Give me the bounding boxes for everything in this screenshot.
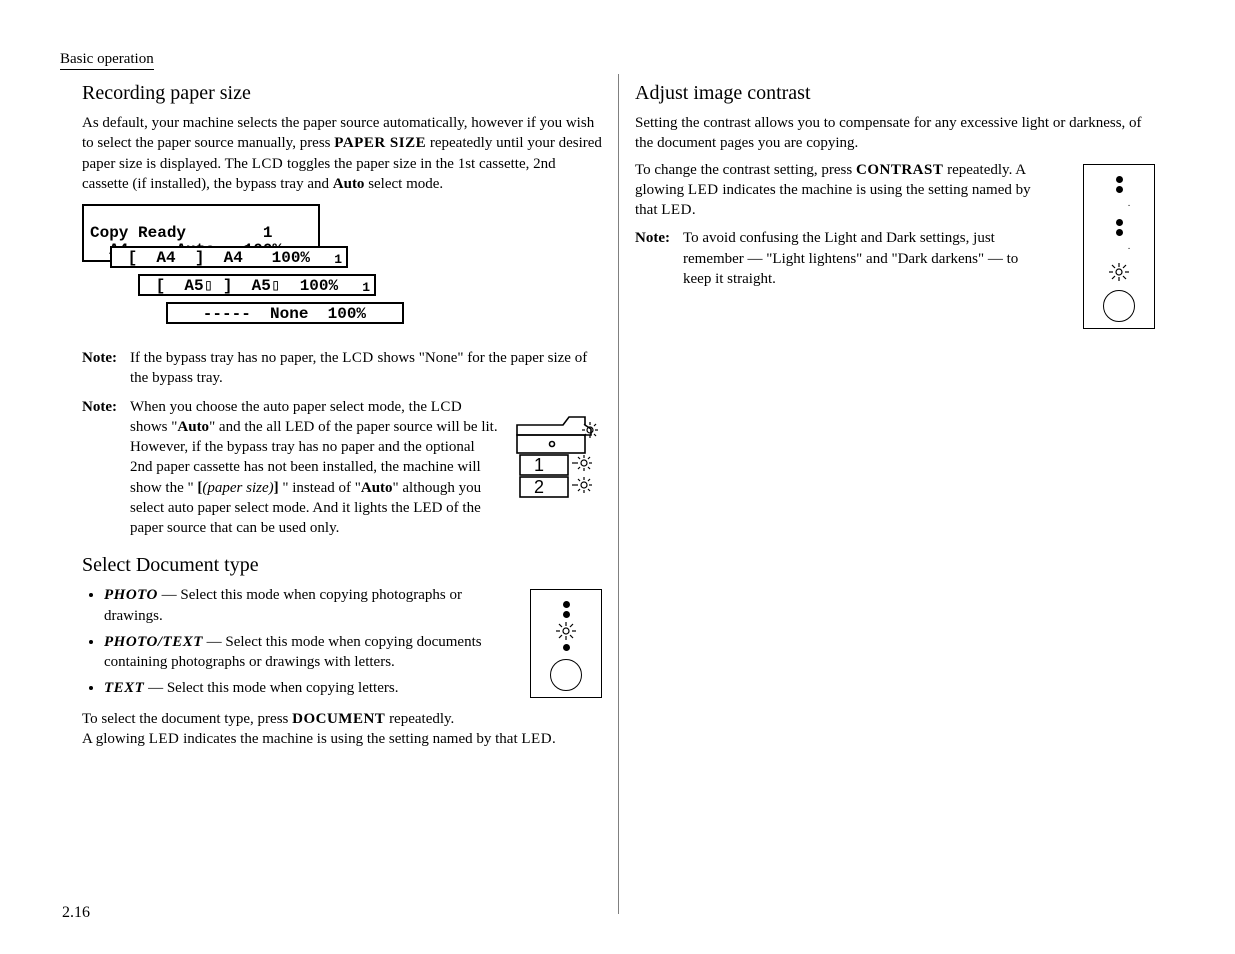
contrast-intro: Setting the contrast allows you to compe… <box>635 113 1155 154</box>
svg-text:1: 1 <box>534 455 544 475</box>
document-type-panel <box>530 589 602 698</box>
dot-icon <box>1116 186 1123 193</box>
left-column: Recording paper size As default, your ma… <box>60 74 619 914</box>
svg-text:2: 2 <box>534 477 544 497</box>
dot-icon <box>1116 176 1123 183</box>
dot-icon <box>563 611 570 618</box>
list-item: TEXT — Select this mode when copying let… <box>104 678 494 698</box>
dot-icon <box>1116 229 1123 236</box>
document-type-list: PHOTO — Select this mode when copying ph… <box>82 585 494 698</box>
led-on-icon <box>1106 262 1132 282</box>
contrast-panel: · · <box>1083 164 1155 330</box>
note-bypass-none: Note: If the bypass tray has no paper, t… <box>82 348 602 389</box>
dot-icon <box>563 601 570 608</box>
doc-type-instruction: To select the document type, press DOCUM… <box>82 709 602 750</box>
note-auto-mode: Note: When you choose the auto paper sel… <box>82 397 506 539</box>
lcd-screen-3: ----- None 100% <box>166 302 404 324</box>
contrast-instruction: To change the contrast setting, press CO… <box>635 160 1035 221</box>
paper-size-paragraph: As default, your machine selects the pap… <box>82 113 602 194</box>
lcd-screen-2: [ A5▯ ] A5▯ 100%1 <box>138 274 376 296</box>
round-button-icon <box>550 659 582 691</box>
page-number: 2.16 <box>62 904 90 922</box>
heading-select-document-type: Select Document type <box>82 552 602 579</box>
round-button-icon <box>1103 290 1135 322</box>
lcd-cascade: Copy Ready 1 A4 Auto 100%1 [ A4 ] A4 100… <box>82 204 402 334</box>
dot-icon <box>1116 219 1123 226</box>
note-light-dark: Note: To avoid confusing the Light and D… <box>635 228 1035 289</box>
list-item: PHOTO — Select this mode when copying ph… <box>104 585 494 626</box>
printer-diagram: 1 2 <box>512 397 602 507</box>
lcd-screen-1: [ A4 ] A4 100%1 <box>110 246 348 268</box>
list-item: PHOTO/TEXT — Select this mode when copyi… <box>104 632 494 673</box>
heading-adjust-contrast: Adjust image contrast <box>635 80 1155 107</box>
right-column: Adjust image contrast Setting the contra… <box>619 74 1175 914</box>
led-on-icon <box>553 621 579 641</box>
dot-icon <box>563 644 570 651</box>
heading-recording-paper-size: Recording paper size <box>82 80 602 107</box>
running-head: Basic operation <box>60 51 154 70</box>
